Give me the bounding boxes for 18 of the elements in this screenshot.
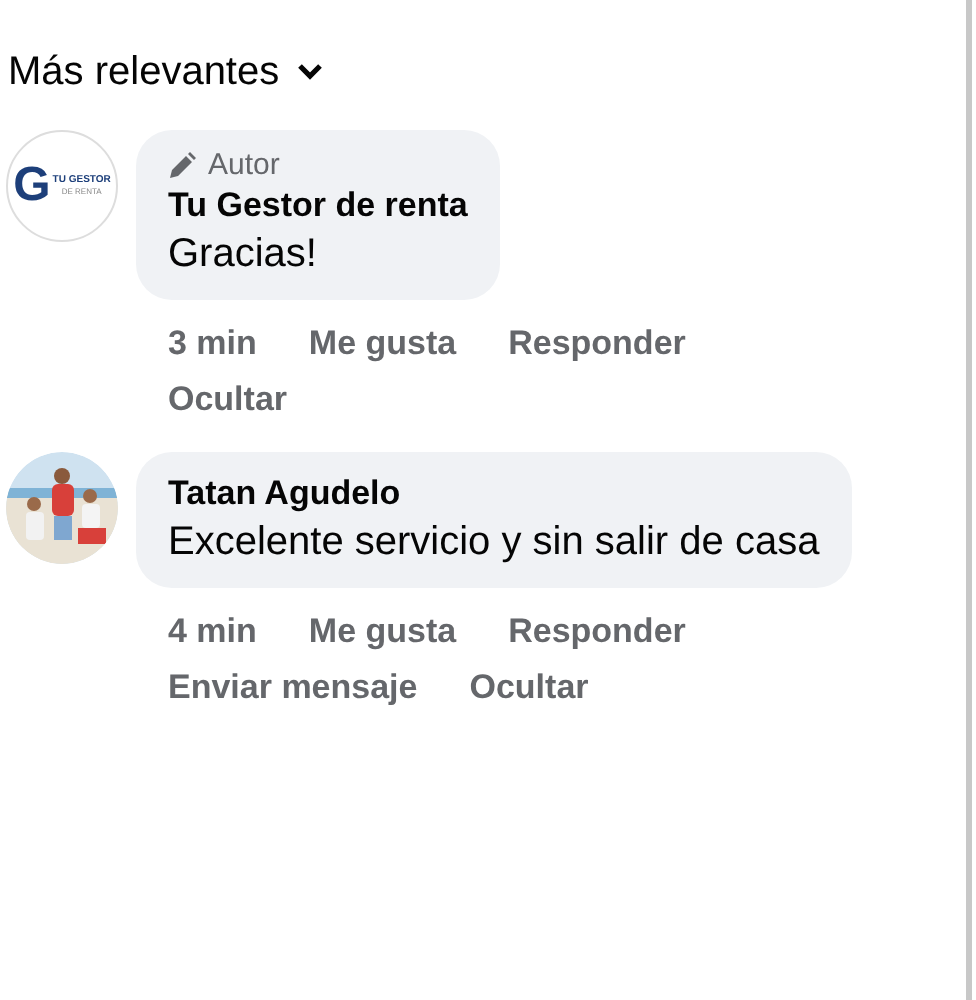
action-link[interactable]: Responder — [508, 324, 686, 364]
action-link[interactable]: Me gusta — [308, 612, 457, 652]
comment-text: Gracias! — [168, 232, 319, 278]
comment-time[interactable]: 4 min — [168, 612, 257, 652]
action-link[interactable]: Responder — [508, 612, 686, 652]
action-link[interactable]: Enviar mensaje — [168, 668, 418, 708]
author-name[interactable]: Tu Gestor de renta — [168, 186, 468, 226]
chevron-down-icon — [295, 62, 324, 82]
comment-time[interactable]: 3 min — [168, 324, 257, 364]
pencil-icon — [168, 151, 196, 179]
action-link[interactable]: Ocultar — [168, 380, 288, 420]
comment-text: Excelente servicio y sin salir de casa — [168, 520, 820, 566]
logo-mark: G — [13, 162, 51, 210]
action-link[interactable]: Me gusta — [308, 324, 457, 364]
author-label: Autor — [208, 148, 280, 182]
author-name[interactable]: Tatan Agudelo — [168, 474, 820, 514]
action-link[interactable]: Ocultar — [469, 668, 589, 708]
sort-dropdown[interactable]: Más relevantes — [0, 0, 324, 96]
